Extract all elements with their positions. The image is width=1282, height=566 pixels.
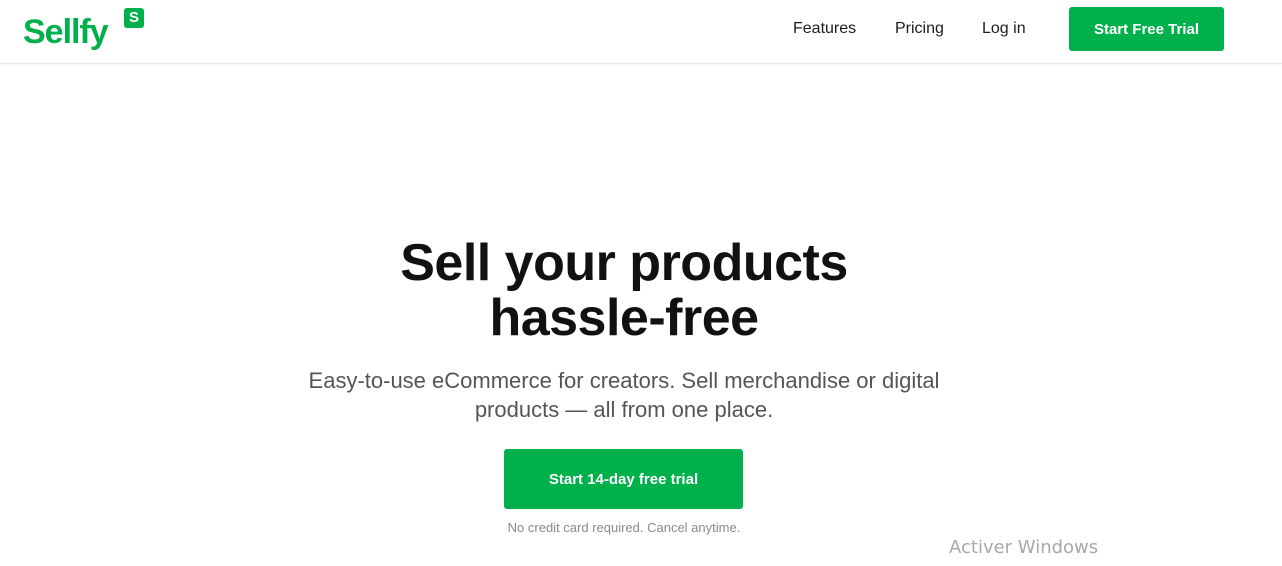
activate-windows-watermark: Activer Windows	[949, 537, 1099, 558]
start-14-day-trial-button[interactable]: Start 14-day free trial	[504, 449, 743, 509]
nav-pricing-link[interactable]: Pricing	[895, 19, 944, 39]
hero-subtitle-line-1: Easy-to-use eCommerce for creators. Sell…	[308, 368, 940, 393]
watermark-subtext-cropped	[949, 561, 1239, 566]
no-credit-card-note: No credit card required. Cancel anytime.	[507, 520, 741, 535]
hero-subtitle: Easy-to-use eCommerce for creators. Sell…	[0, 366, 1248, 424]
hero-title-line-1: Sell your products	[400, 234, 848, 292]
start-free-trial-button[interactable]: Start Free Trial	[1069, 7, 1224, 51]
hero-title-line-2: hassle-free	[489, 289, 759, 347]
nav-login-link[interactable]: Log in	[982, 19, 1026, 39]
logo-wordmark: Sellfy	[23, 13, 109, 51]
site-header: Sellfy S Features Pricing Log in Start F…	[0, 0, 1282, 64]
hero-title: Sell your products hassle-free	[0, 236, 1248, 346]
nav-features-link[interactable]: Features	[793, 19, 856, 39]
hero-subtitle-line-2: products — all from one place.	[474, 397, 774, 422]
logo-badge-icon: S	[124, 8, 144, 28]
